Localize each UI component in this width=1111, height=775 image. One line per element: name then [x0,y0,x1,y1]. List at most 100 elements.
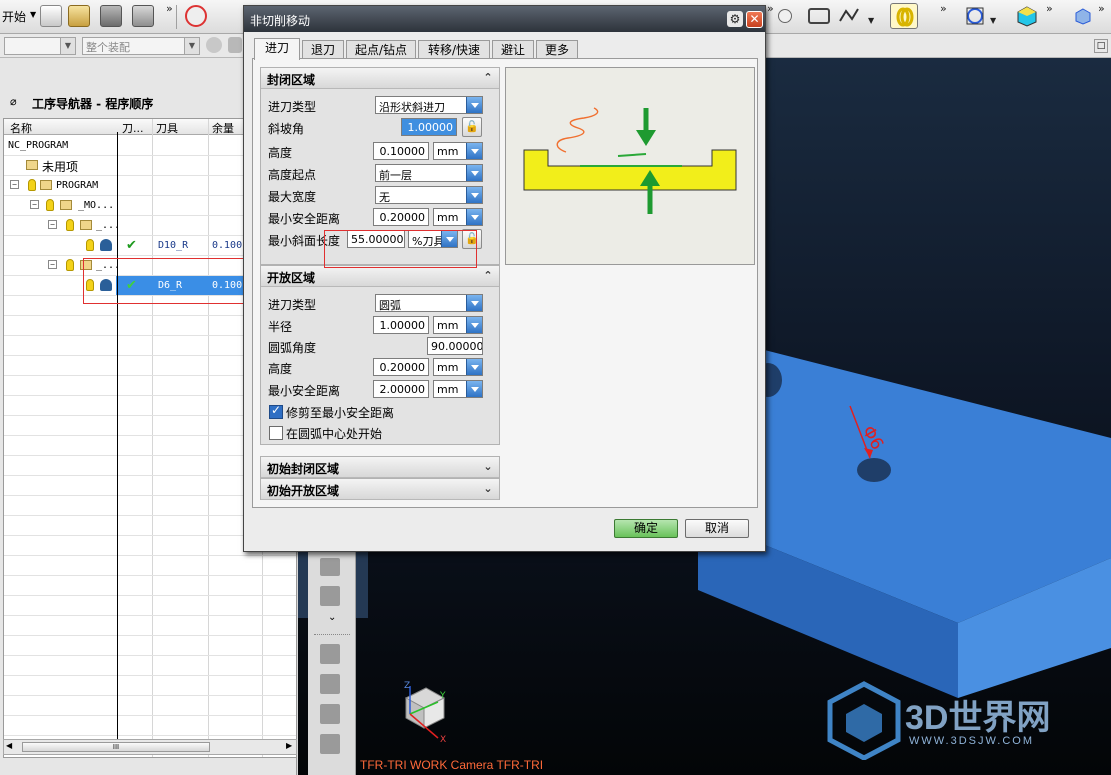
simulate-icon[interactable] [320,704,340,724]
chevron-down-icon[interactable] [466,165,482,181]
radius-field[interactable]: 1.00000 [373,316,429,334]
column-name[interactable]: 名称 [10,120,32,136]
arc-center-start-checkbox[interactable] [269,426,283,440]
ramp-angle-field[interactable]: 1.00000 [401,118,457,136]
chevron-up-icon[interactable]: ⌃ [480,268,496,284]
collapse-icon[interactable]: − [10,180,19,189]
height-from-select[interactable]: 前一层 [375,164,483,182]
open-engage-type-select[interactable]: 圆弧 [375,294,483,312]
chevron-down-icon[interactable]: ⌄ [480,459,496,475]
engage-preview-image [505,67,755,265]
tab-engage[interactable]: 进刀 [254,38,300,60]
closed-area-header[interactable]: 封闭区域 ⌃ [261,68,499,89]
initial-closed-area-header[interactable]: 初始封闭区域 ⌄ [261,457,499,478]
scroll-right-icon[interactable]: ▶ [286,741,292,750]
height-field[interactable]: 0.10000 [373,142,429,160]
tab-retract[interactable]: 退刀 [302,40,344,59]
close-icon[interactable]: ✕ [746,11,763,28]
open-min-clearance-unit-select[interactable]: mm [433,380,483,398]
scroll-thumb[interactable]: III [22,742,210,752]
more-tools-icon[interactable]: » [1098,2,1105,15]
open-height-field[interactable]: 0.20000 [373,358,429,376]
radius-unit-select[interactable]: mm [433,316,483,334]
move-operation-icon[interactable] [320,558,340,576]
tab-start-drill-points[interactable]: 起点/钻点 [346,40,416,59]
panel-toggle-icon[interactable]: □ [1094,39,1108,53]
chevron-down-icon[interactable] [466,97,482,113]
chevron-down-icon[interactable] [466,143,482,159]
more-tools-icon[interactable]: » [767,2,774,15]
tab-avoidance[interactable]: 避让 [492,40,534,59]
open-area-header[interactable]: 开放区域 ⌃ [261,266,499,287]
chevron-down-icon[interactable]: ⌄ [480,481,496,497]
save-icon[interactable] [100,5,122,27]
wireframe-cube-icon[interactable] [1072,5,1094,27]
navigator-hscrollbar[interactable]: ◀ III ▶ [3,739,297,755]
verify-icon[interactable] [320,674,340,694]
shaded-cube-icon[interactable] [1016,5,1038,27]
tab-transfer-rapid[interactable]: 转移/快速 [418,40,490,59]
start-dropdown-icon[interactable]: ▼ [30,10,36,19]
arc-angle-field[interactable]: 90.00000 [427,337,483,355]
polyline-icon[interactable] [838,5,860,27]
initial-closed-area-section[interactable]: 初始封闭区域 ⌄ [260,456,500,478]
ok-button[interactable]: 确定 [614,519,678,538]
open-folder-icon[interactable] [68,5,90,27]
chevron-down-icon[interactable] [466,317,482,333]
non-cutting-moves-dialog: 非切削移动 ⚙ ✕ 进刀 退刀 起点/钻点 转移/快速 避让 更多 封闭区域 ⌃… [243,5,766,552]
column-tool[interactable]: 刀具 [156,120,178,136]
max-width-select[interactable]: 无 [375,186,483,204]
dialog-title-bar[interactable]: 非切削移动 ⚙ ✕ [244,6,765,32]
start-menu-button[interactable]: 开始 [2,8,26,25]
chevron-up-icon[interactable]: ⌃ [480,70,496,86]
tab-more[interactable]: 更多 [536,40,578,59]
open-min-clearance-field[interactable]: 2.00000 [373,380,429,398]
gear-icon[interactable]: ⚙ [727,11,743,27]
more-tools-icon[interactable]: » [940,2,947,15]
arc-angle-label: 圆弧角度 [268,341,317,355]
engage-type-select[interactable]: 沿形状斜进刀 [375,96,483,114]
more-tools-icon[interactable]: » [166,2,173,15]
open-height-unit-select[interactable]: mm [433,358,483,376]
min-clearance-field[interactable]: 0.20000 [373,208,429,226]
lock-icon[interactable]: 🔓 [462,117,482,137]
more-tools-icon[interactable]: » [1046,2,1053,15]
print-icon[interactable] [132,5,154,27]
collapse-icon[interactable]: − [48,220,57,229]
trim-clearance-checkbox[interactable] [269,403,283,419]
chevron-down-icon[interactable] [466,209,482,225]
initial-open-area-section[interactable]: 初始开放区域 ⌄ [260,478,500,500]
initial-open-area-header[interactable]: 初始开放区域 ⌄ [261,479,499,500]
record-icon[interactable] [185,5,207,27]
fit-view-icon[interactable] [964,5,986,27]
assembly-scope-combo[interactable]: 整个装配 ▼ [82,37,200,55]
dropdown-icon[interactable]: ▼ [868,16,874,25]
filter-combo[interactable]: ▼ [4,37,76,55]
chevron-down-icon[interactable]: ⌄ [328,612,336,623]
rectangle-icon[interactable] [808,8,830,24]
cancel-button[interactable]: 取消 [685,519,749,538]
column-stock[interactable]: 余量 [212,120,234,136]
snap-icon[interactable] [890,3,918,29]
chevron-down-icon[interactable] [466,295,482,311]
chevron-down-icon[interactable] [466,381,482,397]
min-clearance-unit-value: mm [437,211,459,224]
dropdown-icon[interactable]: ▼ [990,16,996,25]
min-clearance-unit-select[interactable]: mm [433,208,483,226]
collapse-icon[interactable]: − [30,200,39,209]
generate-icon[interactable] [320,644,340,664]
scroll-left-icon[interactable]: ◀ [6,741,12,750]
selection-filter-icon[interactable] [206,37,222,53]
column-tool-status[interactable]: 刀... [122,120,144,136]
chevron-down-icon[interactable] [466,359,482,375]
selection-tool-icon[interactable] [228,37,242,53]
collapse-icon[interactable]: − [48,260,57,269]
pin-icon[interactable]: ⌀ [10,95,17,108]
new-file-icon[interactable] [40,5,62,27]
tool-path-icon[interactable] [320,586,340,606]
ramp-angle-label: 斜坡角 [268,122,305,136]
view-icon[interactable] [778,9,792,23]
height-unit-select[interactable]: mm [433,142,483,160]
chevron-down-icon[interactable] [466,187,482,203]
postprocess-icon[interactable] [320,734,340,754]
